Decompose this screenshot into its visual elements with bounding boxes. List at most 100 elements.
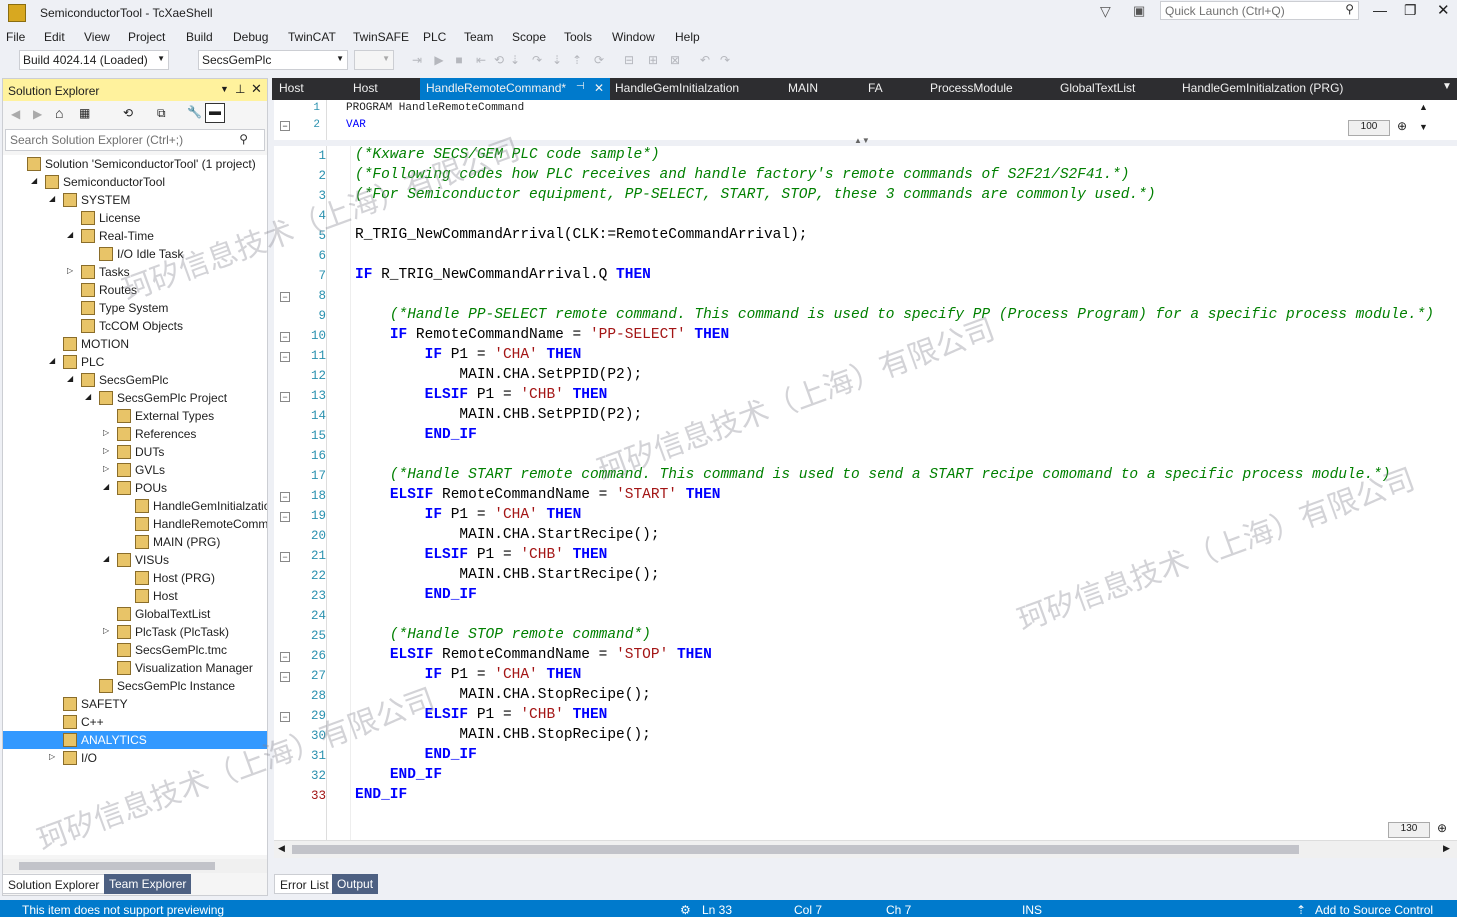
expander-icon[interactable]: ◢ — [49, 356, 55, 365]
back-icon[interactable]: ◀ — [11, 107, 20, 121]
tab-fa[interactable]: FA — [868, 81, 883, 95]
home-icon[interactable]: ⌂ — [55, 105, 63, 121]
menu-project[interactable]: Project — [128, 30, 165, 44]
editor-horizontal-scrollbar[interactable]: ◀ ▶ — [274, 840, 1457, 858]
scroll-down-icon[interactable]: ▼ — [1419, 122, 1428, 132]
expander-icon[interactable]: ▷ — [49, 752, 55, 761]
expander-icon[interactable]: ◢ — [67, 230, 73, 239]
tree-item[interactable]: SecsGemPlc Instance — [3, 677, 267, 695]
zoom-icon[interactable]: ⊕ — [1397, 119, 1407, 133]
tab-host-1[interactable]: Host — [279, 81, 304, 95]
scroll-right-icon[interactable]: ▶ — [1443, 843, 1450, 854]
step-down-icon[interactable]: ⇣ — [550, 53, 564, 67]
tree-item[interactable]: ◢ POUs — [3, 479, 267, 497]
fold-icon[interactable]: − — [280, 292, 290, 302]
menu-file[interactable]: File — [6, 30, 25, 44]
notification-icon[interactable]: ▣ — [1133, 3, 1145, 19]
reset-icon[interactable]: ⟲ — [492, 53, 506, 67]
start-icon[interactable]: ▶ — [432, 53, 446, 67]
declaration-editor[interactable]: 1 2 − PROGRAM HandleRemoteCommand VAR 10… — [274, 100, 1457, 140]
pin-icon[interactable]: ⊥ — [235, 82, 245, 96]
tree-item[interactable]: ◢ SemiconductorTool — [3, 173, 267, 191]
tree-item[interactable]: HandleRemoteComma — [3, 515, 267, 533]
write-icon[interactable]: ⊞ — [646, 53, 660, 67]
tree-item[interactable]: GlobalTextList — [3, 605, 267, 623]
filter-icon[interactable]: ▽ — [1100, 3, 1111, 20]
pin-tab-icon[interactable]: ⊣ — [576, 81, 585, 92]
tab-handle-gem-init[interactable]: HandleGemInitialzation — [615, 81, 739, 95]
menu-debug[interactable]: Debug — [233, 30, 268, 44]
step-out-icon[interactable]: ⇡ — [570, 53, 584, 67]
tab-main[interactable]: MAIN — [788, 81, 818, 95]
fold-icon[interactable]: − — [280, 352, 290, 362]
tab-global-text-list[interactable]: GlobalTextList — [1060, 81, 1135, 95]
tree-item[interactable]: HandleGemInitialzation — [3, 497, 267, 515]
expander-icon[interactable]: ◢ — [49, 194, 55, 203]
expander-icon[interactable]: ▷ — [103, 428, 109, 437]
minimize-button[interactable]: — — [1373, 2, 1387, 18]
fold-icon[interactable]: − — [280, 652, 290, 662]
expander-icon[interactable]: ▷ — [103, 464, 109, 473]
source-control-icon[interactable]: ⇡ — [1296, 903, 1306, 917]
stop-icon[interactable]: ■ — [452, 53, 466, 67]
close-tab-icon[interactable]: ✕ — [594, 81, 604, 95]
tree-item[interactable]: Host — [3, 587, 267, 605]
tree-item[interactable]: ▷ References — [3, 425, 267, 443]
forward-icon[interactable]: ▶ — [33, 107, 42, 121]
properties-icon[interactable]: 🔧 — [187, 105, 202, 119]
tree-item[interactable]: ◢ SYSTEM — [3, 191, 267, 209]
menu-tools[interactable]: Tools — [564, 30, 592, 44]
dropdown-icon[interactable]: ▼ — [220, 84, 229, 94]
instance-select[interactable]: ▼ — [354, 50, 394, 70]
zoom-icon[interactable]: ⊕ — [1437, 821, 1447, 835]
collapse-icon[interactable]: ⧉ — [157, 106, 166, 121]
fold-icon[interactable]: − — [280, 672, 290, 682]
code-editor[interactable]: 1 (*Kxware SECS/GEM PLC code sample*) 2 (*F… — [274, 146, 1457, 840]
tab-handle-remote-command[interactable]: HandleRemoteCommand* — [426, 81, 566, 95]
redo-icon[interactable]: ↷ — [718, 53, 732, 67]
fold-icon[interactable]: − — [280, 392, 290, 402]
quick-launch-input[interactable]: Quick Launch (Ctrl+Q) ⚲ — [1160, 1, 1359, 20]
menu-scope[interactable]: Scope — [512, 30, 546, 44]
tree-item[interactable]: ◢ SecsGemPlc Project — [3, 389, 267, 407]
expander-icon[interactable]: ◢ — [103, 482, 109, 491]
expander-icon[interactable]: ◢ — [85, 392, 91, 401]
expander-icon[interactable]: ◢ — [103, 554, 109, 563]
tab-overflow-icon[interactable]: ▼ — [1442, 81, 1452, 92]
expander-icon[interactable]: ◢ — [67, 374, 73, 383]
history-icon[interactable]: ⟲ — [123, 106, 133, 120]
fold-icon[interactable]: − — [280, 552, 290, 562]
source-control-button[interactable]: Add to Source Control — [1315, 903, 1433, 917]
fold-icon[interactable]: − — [280, 121, 290, 131]
menu-view[interactable]: View — [84, 30, 110, 44]
refresh-icon[interactable]: ⟳ — [592, 53, 606, 67]
tab-output[interactable]: Output — [332, 874, 379, 894]
close-button[interactable]: ✕ — [1437, 1, 1450, 19]
tree-item[interactable]: ◢ SecsGemPlc — [3, 371, 267, 389]
tab-solution-explorer[interactable]: Solution Explorer — [2, 874, 106, 894]
tab-error-list[interactable]: Error List — [274, 874, 335, 894]
tab-host-2[interactable]: Host — [353, 81, 378, 95]
tree-item[interactable]: C++ — [3, 713, 267, 731]
tab-process-module[interactable]: ProcessModule — [930, 81, 1013, 95]
tree-item[interactable]: SAFETY — [3, 695, 267, 713]
menu-window[interactable]: Window — [612, 30, 655, 44]
tree-item[interactable]: MOTION — [3, 335, 267, 353]
scroll-left-icon[interactable]: ◀ — [278, 843, 285, 854]
scroll-up-icon[interactable]: ▲ — [1419, 102, 1428, 112]
sync-icon[interactable]: ▦ — [79, 106, 90, 120]
expander-icon[interactable]: ▷ — [67, 266, 73, 275]
logout-icon[interactable]: ⇤ — [474, 53, 488, 67]
tree-item[interactable]: ◢ PLC — [3, 353, 267, 371]
tab-team-explorer[interactable]: Team Explorer — [104, 874, 192, 894]
fold-icon[interactable]: − — [280, 512, 290, 522]
tree-item[interactable]: ◢ VISUs — [3, 551, 267, 569]
close-icon[interactable]: ✕ — [251, 81, 262, 97]
tree-horizontal-scrollbar[interactable] — [3, 859, 267, 873]
tree-item[interactable]: ▷ DUTs — [3, 443, 267, 461]
tree-item[interactable]: ◢ Real-Time — [3, 227, 267, 245]
menu-twinsafe[interactable]: TwinSAFE — [353, 30, 409, 44]
editor-zoom-box[interactable]: 130 — [1388, 822, 1430, 838]
tree-item[interactable]: External Types — [3, 407, 267, 425]
undo-icon[interactable]: ↶ — [698, 53, 712, 67]
